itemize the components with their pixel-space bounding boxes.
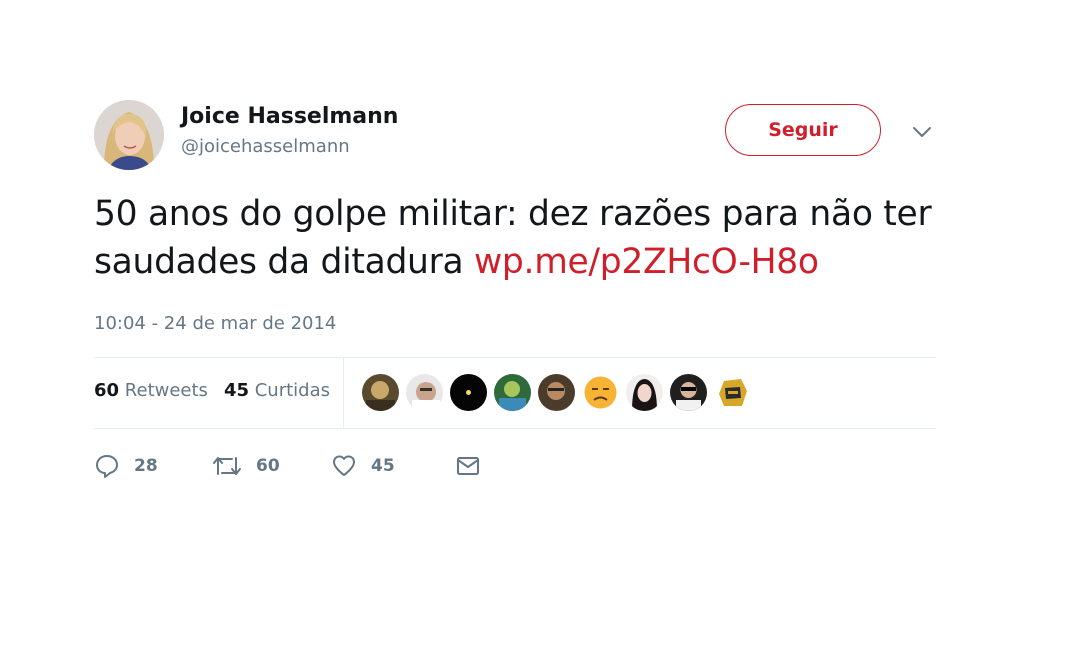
liker-avatar[interactable] <box>494 374 531 411</box>
reply-button[interactable]: 28 <box>94 453 212 479</box>
tweet-card: Joice Hasselmann @joicehasselmann Seguir… <box>94 96 936 483</box>
retweets-stat[interactable]: 60 Retweets <box>94 380 208 401</box>
dm-button[interactable] <box>455 453 481 479</box>
engagement-stats: 60 Retweets 45 Curtidas <box>94 357 936 429</box>
liker-avatar[interactable] <box>626 374 663 411</box>
tweet-timestamp[interactable]: 10:04 - 24 de mar de 2014 <box>94 312 936 336</box>
liker-avatar[interactable] <box>538 374 575 411</box>
liker-avatar[interactable] <box>450 374 487 411</box>
retweets-count: 60 <box>94 380 120 401</box>
liker-avatar[interactable] <box>582 374 619 411</box>
liker-avatar[interactable] <box>406 374 443 411</box>
tweet-header: Joice Hasselmann @joicehasselmann Seguir <box>94 96 936 176</box>
stats-divider <box>343 358 344 428</box>
stat-counts: 60 Retweets 45 Curtidas <box>94 380 330 401</box>
follow-button[interactable]: Seguir <box>725 104 881 156</box>
retweet-icon <box>212 453 242 479</box>
retweet-button[interactable]: 60 <box>212 453 331 479</box>
heart-icon <box>331 453 357 479</box>
tweet-text: 50 anos do golpe militar: dez razões par… <box>94 190 954 286</box>
liker-avatar[interactable] <box>670 374 707 411</box>
display-name[interactable]: Joice Hasselmann <box>181 102 398 132</box>
like-button[interactable]: 45 <box>331 453 455 479</box>
envelope-icon <box>455 453 481 479</box>
likes-stat[interactable]: 45 Curtidas <box>224 380 330 401</box>
retweets-label: Retweets <box>124 380 208 401</box>
user-handle[interactable]: @joicehasselmann <box>181 134 398 160</box>
reply-count: 28 <box>134 456 158 476</box>
author-names: Joice Hasselmann @joicehasselmann <box>181 102 398 160</box>
likes-count: 45 <box>223 380 249 401</box>
chevron-down-icon[interactable] <box>910 120 934 144</box>
tweet-actions: 28 60 45 <box>94 449 936 483</box>
retweet-count: 60 <box>256 456 280 476</box>
like-count: 45 <box>371 456 395 476</box>
avatar[interactable] <box>94 100 164 170</box>
likes-label: Curtidas <box>254 380 331 401</box>
reply-icon <box>94 453 120 479</box>
liker-avatar[interactable] <box>362 374 399 411</box>
tweet-link[interactable]: wp.me/p2ZHcO-H8o <box>474 242 819 282</box>
liker-avatar[interactable] <box>714 374 751 411</box>
liker-avatars <box>362 374 751 411</box>
